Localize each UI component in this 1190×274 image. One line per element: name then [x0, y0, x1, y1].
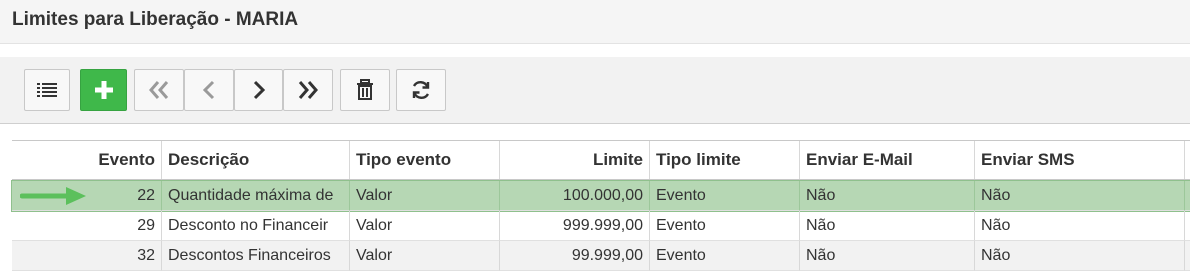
cell-tipo-limite: Evento — [650, 241, 800, 271]
table-row[interactable]: 32 Descontos Financeiros Valor 99.999,00… — [12, 241, 1190, 271]
table-row-selected[interactable]: 22 Quantidade máxima de Valor 100.000,00… — [11, 180, 1190, 212]
cell-enviar-sms: Não — [975, 211, 1185, 241]
column-header-tipo-evento[interactable]: Tipo evento — [350, 141, 500, 179]
cell-enviar-email: Não — [800, 181, 975, 211]
column-header-tipo-limite[interactable]: Tipo limite — [650, 141, 800, 179]
cell-evento-value: 22 — [137, 186, 155, 204]
cell-evento: 22 — [12, 181, 162, 211]
last-button[interactable] — [283, 69, 333, 111]
cell-tipo-evento: Valor — [350, 181, 500, 211]
column-header-descricao[interactable]: Descrição — [162, 141, 350, 179]
cell-tipo-evento: Valor — [350, 211, 500, 241]
plus-icon — [94, 81, 113, 99]
cell-tipo-evento: Valor — [350, 241, 500, 271]
delete-button[interactable] — [340, 69, 390, 111]
cell-limite: 999.999,00 — [500, 211, 650, 241]
cell-descricao: Quantidade máxima de — [162, 181, 350, 211]
cell-evento: 32 — [12, 241, 162, 271]
cell-enviar-sms: Não — [975, 241, 1185, 271]
refresh-icon — [412, 81, 430, 99]
list-icon — [37, 83, 57, 97]
next-button[interactable] — [234, 69, 283, 111]
limits-table: Evento Descrição Tipo evento Limite Tipo… — [11, 140, 1190, 274]
cell-tipo-limite: Evento — [650, 181, 800, 211]
column-header-filler — [1185, 141, 1190, 179]
cell-enviar-email: Não — [800, 241, 975, 271]
first-button[interactable] — [134, 69, 184, 111]
cell-descricao: Desconto no Financeir — [162, 211, 350, 241]
trash-icon — [357, 79, 373, 100]
prev-button[interactable] — [184, 69, 234, 111]
cell-enviar-email: Não — [800, 211, 975, 241]
column-header-limite[interactable]: Limite — [500, 141, 650, 179]
arrow-right-icon — [20, 187, 86, 205]
cell-descricao: Descontos Financeiros — [162, 241, 350, 271]
refresh-button[interactable] — [396, 69, 446, 111]
cell-limite: 100.000,00 — [500, 181, 650, 211]
chevron-left-icon — [202, 80, 215, 100]
column-header-enviar-sms[interactable]: Enviar SMS — [975, 141, 1185, 179]
double-chevron-right-icon — [298, 81, 318, 99]
list-button[interactable] — [24, 69, 70, 111]
chevron-right-icon — [253, 80, 265, 100]
table-row[interactable]: 29 Desconto no Financeir Valor 999.999,0… — [12, 211, 1190, 241]
toolbar — [0, 57, 1190, 124]
add-button[interactable] — [80, 69, 127, 111]
column-header-evento[interactable]: Evento — [12, 141, 162, 179]
page-header: Limites para Liberação - MARIA — [0, 0, 1190, 44]
cell-tipo-limite: Evento — [650, 211, 800, 241]
cell-enviar-sms: Não — [975, 181, 1185, 211]
cell-evento: 29 — [12, 211, 162, 241]
double-chevron-left-icon — [149, 81, 169, 99]
table-header-row: Evento Descrição Tipo evento Limite Tipo… — [12, 140, 1190, 180]
cell-limite: 99.999,00 — [500, 241, 650, 271]
column-header-enviar-email[interactable]: Enviar E-Mail — [800, 141, 975, 179]
page-title: Limites para Liberação - MARIA — [12, 9, 299, 30]
